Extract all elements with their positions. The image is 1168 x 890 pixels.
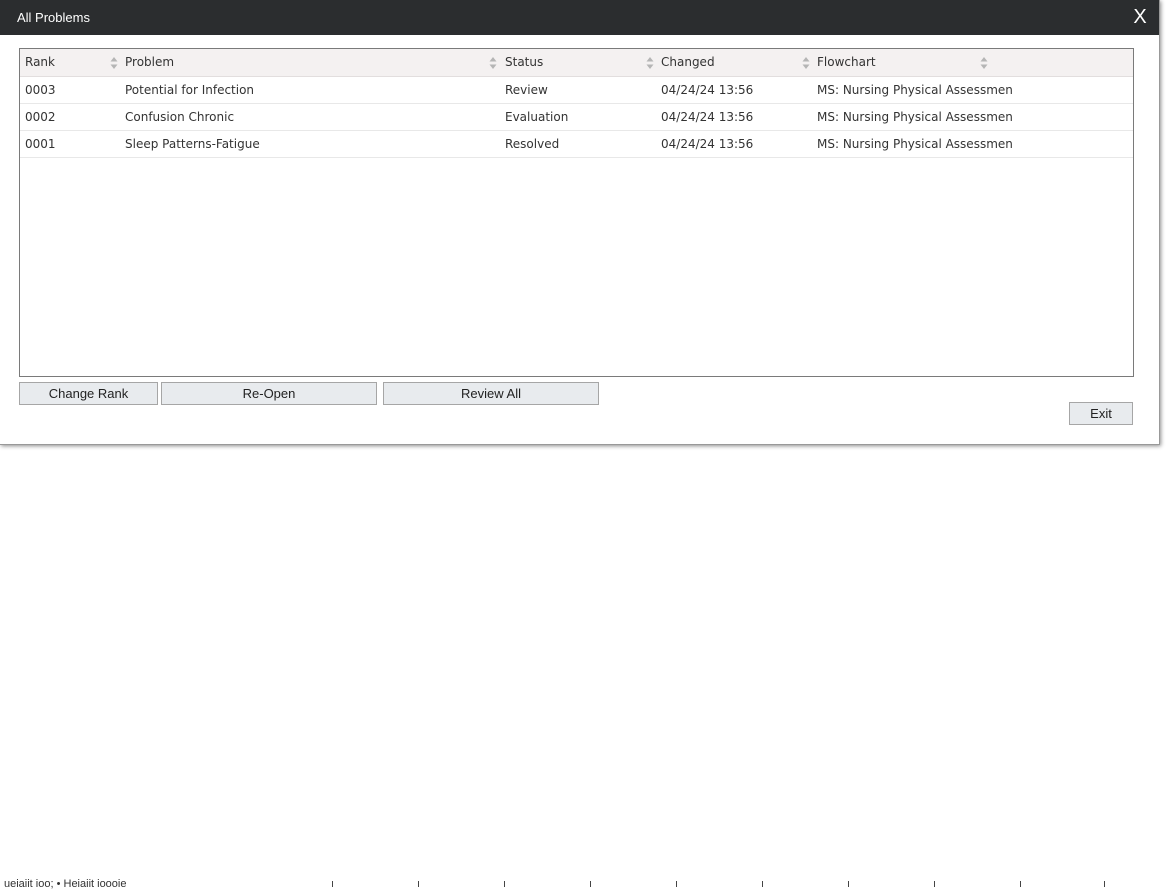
column-header-status[interactable]: Status: [505, 49, 640, 76]
table-header: Rank Problem Status Changed Flowchart: [20, 49, 1133, 77]
review-all-button[interactable]: Review All: [383, 382, 599, 405]
cell-problem: Confusion Chronic: [125, 110, 235, 124]
cell-flowchart: MS: Nursing Physical Assessmen: [817, 110, 1013, 124]
cell-changed: 04/24/24 13:56: [661, 137, 754, 151]
background-ruler-ticks: [0, 881, 1168, 887]
reopen-label: Re-Open: [242, 386, 296, 401]
column-label-flowchart: Flowchart: [817, 55, 876, 69]
close-icon: X: [1133, 6, 1147, 28]
problems-table: Rank Problem Status Changed Flowchart 00…: [19, 48, 1134, 377]
cell-rank: 0002: [25, 110, 56, 124]
cell-flowchart: MS: Nursing Physical Assessmen: [817, 83, 1013, 97]
cell-rank: 0003: [25, 83, 56, 97]
table-row[interactable]: 0001 Sleep Patterns-Fatigue Resolved 04/…: [20, 131, 1133, 158]
cell-status: Review: [505, 83, 548, 97]
column-header-problem[interactable]: Problem: [125, 49, 485, 76]
cell-status: Resolved: [505, 137, 560, 151]
cell-flowchart: MS: Nursing Physical Assessmen: [817, 137, 1013, 151]
column-label-changed: Changed: [661, 55, 715, 69]
cell-problem: Sleep Patterns-Fatigue: [125, 137, 260, 151]
sort-icon[interactable]: [646, 56, 654, 70]
cell-changed: 04/24/24 13:56: [661, 110, 754, 124]
review-all-label: Review All: [461, 386, 521, 401]
dialog-titlebar: All Problems X: [0, 0, 1159, 35]
cell-problem: Potential for Infection: [125, 83, 255, 97]
column-label-rank: Rank: [25, 55, 55, 69]
column-header-flowchart[interactable]: Flowchart: [817, 49, 967, 76]
reopen-button[interactable]: Re-Open: [161, 382, 377, 405]
exit-button[interactable]: Exit: [1069, 402, 1133, 425]
close-button[interactable]: X: [1128, 4, 1152, 30]
table-row[interactable]: 0003 Potential for Infection Review 04/2…: [20, 77, 1133, 104]
change-rank-button[interactable]: Change Rank: [19, 382, 158, 405]
sort-icon[interactable]: [110, 56, 118, 70]
cell-changed: 04/24/24 13:56: [661, 83, 754, 97]
table-row[interactable]: 0002 Confusion Chronic Evaluation 04/24/…: [20, 104, 1133, 131]
column-header-rank[interactable]: Rank: [25, 49, 120, 76]
column-label-problem: Problem: [125, 55, 175, 69]
sort-icon[interactable]: [489, 56, 497, 70]
column-header-changed[interactable]: Changed: [661, 49, 796, 76]
sort-icon[interactable]: [802, 56, 810, 70]
exit-label: Exit: [1090, 406, 1112, 421]
cell-status: Evaluation: [505, 110, 569, 124]
sort-icon[interactable]: [980, 56, 988, 70]
all-problems-dialog: All Problems X Rank Problem Status Chang…: [0, 0, 1160, 445]
dialog-title: All Problems: [17, 10, 90, 25]
column-label-status: Status: [505, 55, 544, 69]
change-rank-label: Change Rank: [48, 386, 129, 401]
cell-rank: 0001: [25, 137, 56, 151]
